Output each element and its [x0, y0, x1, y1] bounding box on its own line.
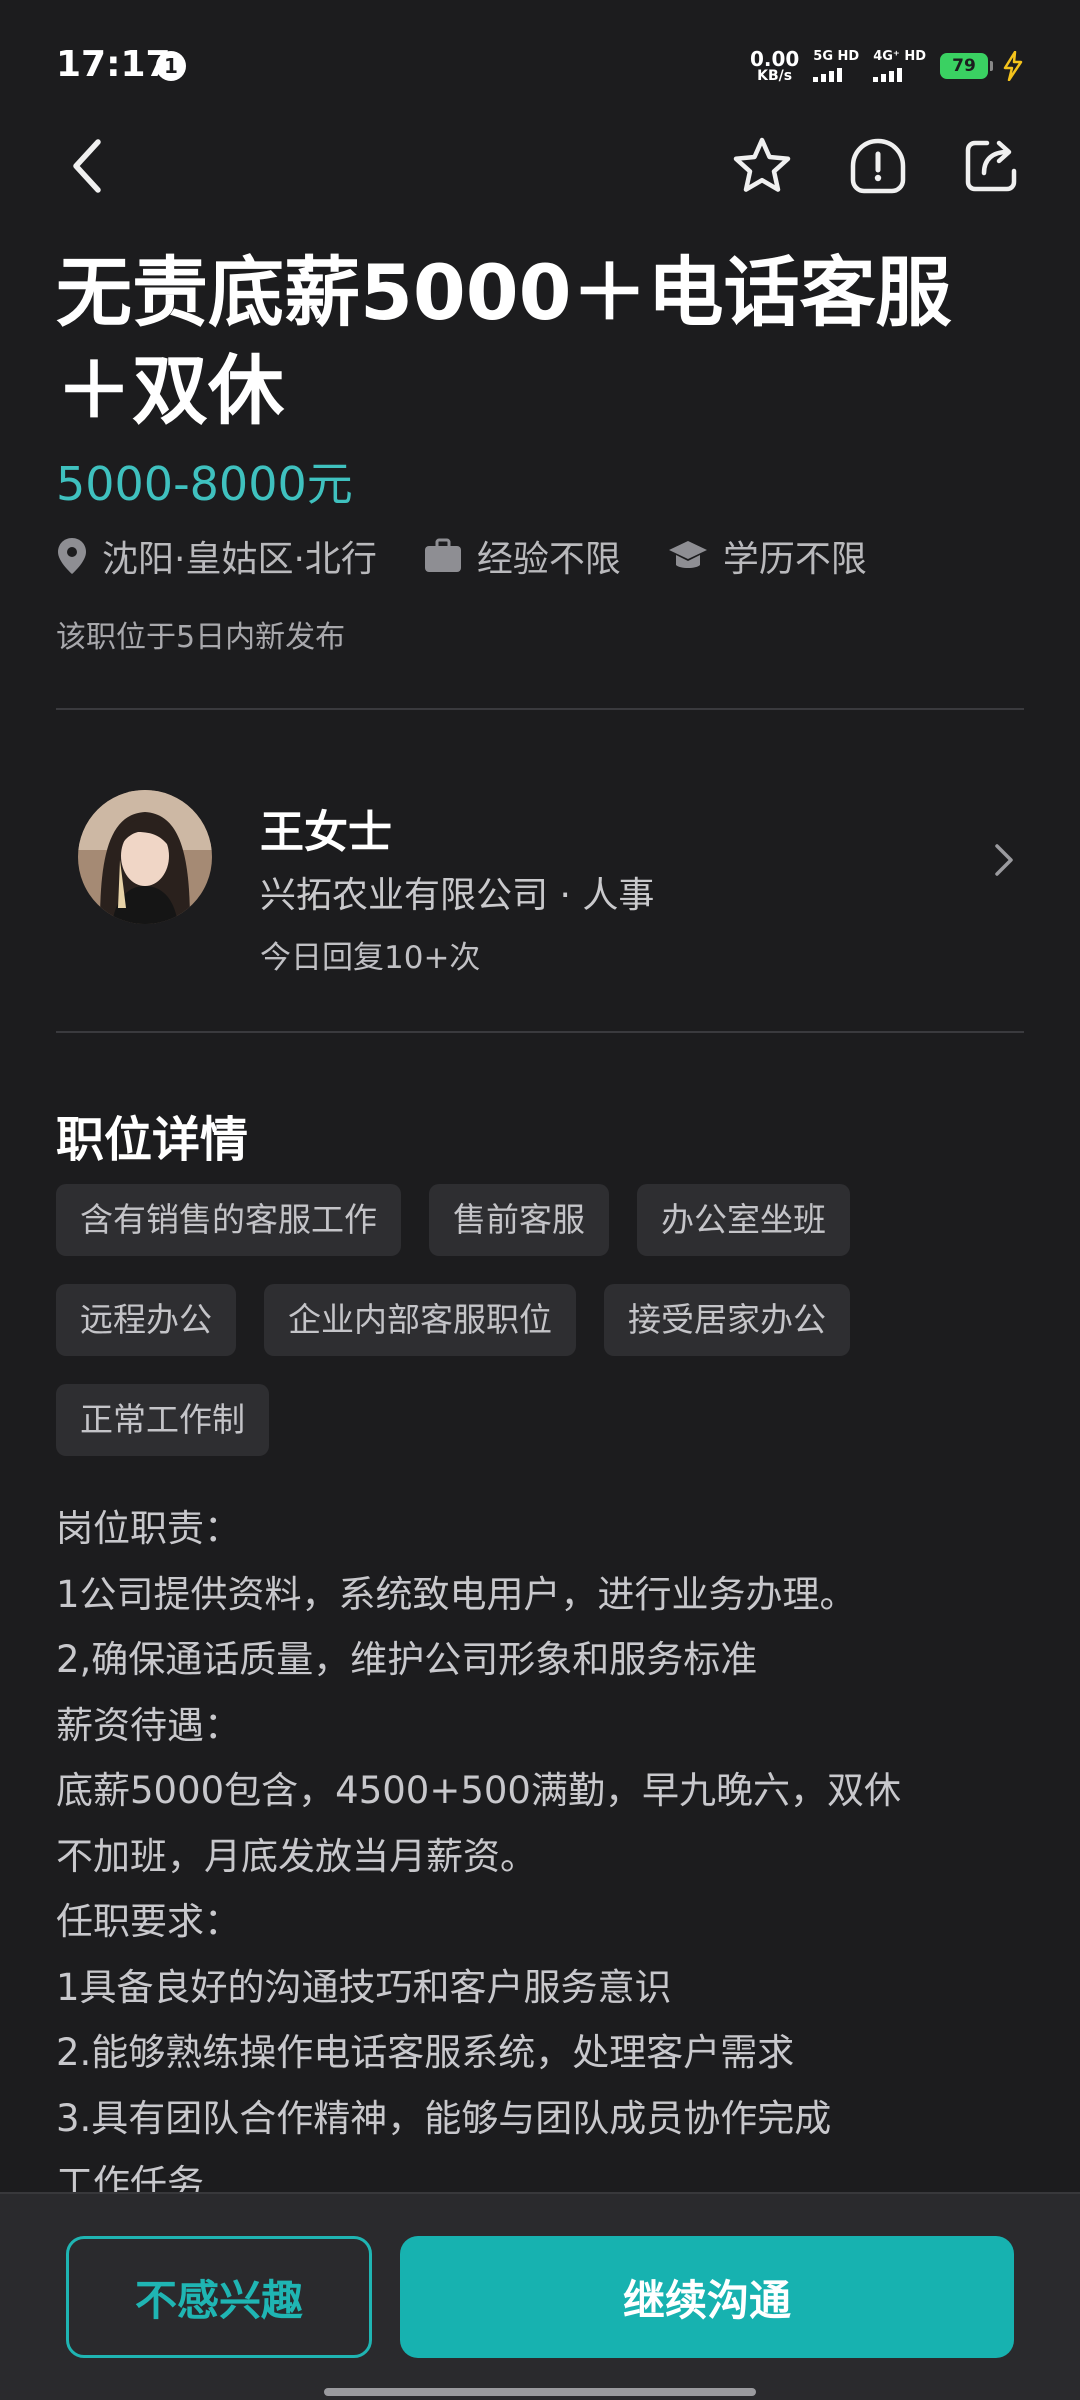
location-pin-icon: [58, 538, 86, 574]
job-tag: 接受居家办公: [604, 1284, 850, 1356]
description-line: 2,确保通话质量，维护公司形象和服务标准: [56, 1638, 758, 1681]
job-tag: 企业内部客服职位: [264, 1284, 576, 1356]
description-line: 3.具有团队合作精神，能够与团队成员协作完成: [56, 2096, 832, 2140]
not-interested-button[interactable]: 不感兴趣: [66, 2236, 372, 2358]
job-description: 岗位职责： 1公司提供资料，系统致电用户，进行业务办理。 2,确保通话质量，维护…: [56, 1496, 1036, 2217]
recruiter-avatar: [78, 790, 212, 924]
recruiter-reply-stat: 今日回复10+次: [260, 940, 481, 976]
description-line: 1公司提供资料，系统致电用户，进行业务办理。: [56, 1572, 857, 1616]
job-tag: 办公室坐班: [637, 1184, 850, 1256]
notification-badge-icon: 1: [156, 51, 186, 81]
bottom-action-bar: 不感兴趣 继续沟通: [0, 2192, 1080, 2400]
job-tag: 正常工作制: [56, 1384, 269, 1456]
job-title: 无责底薪5000＋电话客服＋双休: [56, 248, 952, 435]
status-time: 17:17: [56, 44, 171, 85]
education-info: 学历不限: [667, 530, 867, 582]
description-line: 薪资待遇：: [56, 1703, 241, 1747]
recruiter-chevron-right-icon: [984, 830, 1024, 890]
chevron-left-icon: [73, 139, 101, 193]
continue-chat-button[interactable]: 继续沟通: [400, 2236, 1014, 2358]
job-tag: 含有销售的客服工作: [56, 1184, 401, 1256]
location-info: 沈阳·皇姑区·北行: [56, 530, 377, 582]
education-text: 学历不限: [722, 539, 867, 580]
sim1-signal-icon: 5G HD: [813, 50, 859, 82]
network-speed-value: 0.00: [749, 47, 800, 71]
description-line: 不加班，月底发放当月薪资。: [56, 1834, 537, 1878]
favorite-button[interactable]: [714, 118, 810, 214]
description-line: 岗位职责：: [56, 1507, 241, 1550]
network-speed: 0.00 KB/s: [750, 49, 799, 83]
description-line: 1具备良好的沟通技巧和客户服务意识: [56, 1965, 672, 2009]
charging-bolt-icon: [1003, 51, 1023, 81]
section-title-job-details: 职位详情: [56, 1112, 249, 1168]
alert-icon: [850, 138, 906, 194]
report-button[interactable]: [830, 118, 926, 214]
home-indicator[interactable]: [324, 2388, 756, 2396]
posted-notice: 该职位于5日内新发布: [56, 620, 346, 655]
salary-range: 5000-8000元: [56, 457, 353, 511]
description-line: 任职要求：: [56, 1900, 241, 1943]
nav-bar: [0, 118, 1080, 214]
sim2-signal-icon: 4G⁺ HD: [873, 50, 926, 82]
graduation-cap-icon: [668, 541, 707, 568]
share-button[interactable]: [944, 118, 1040, 214]
star-icon: [733, 137, 791, 192]
experience-text: 经验不限: [476, 539, 621, 580]
battery-icon: 79: [940, 53, 993, 79]
sim2-label: 4G⁺ HD: [873, 49, 926, 64]
status-bar: 17:17 1 0.00 KB/s 5G HD 4G⁺ HD 79: [0, 0, 1080, 130]
status-indicators: 0.00 KB/s 5G HD 4G⁺ HD 79: [750, 44, 1024, 88]
recruiter-card[interactable]: 王女士 兴拓农业有限公司 · 人事 今日回复10+次: [56, 760, 1024, 976]
description-line: 底薪5000包含，4500+500满勤，早九晚六，双休: [56, 1769, 901, 1812]
tag-row: 正常工作制: [56, 1384, 1036, 1456]
briefcase-icon: [424, 538, 461, 572]
tag-row: 远程办公 企业内部客服职位 接受居家办公: [56, 1284, 1036, 1356]
job-tag: 远程办公: [56, 1284, 236, 1356]
job-tag: 售前客服: [429, 1184, 609, 1256]
share-icon: [965, 140, 1017, 192]
job-detail-screen: 17:17 1 0.00 KB/s 5G HD 4G⁺ HD 79 无责底薪50…: [0, 0, 1080, 2400]
back-button[interactable]: [40, 118, 136, 214]
experience-info: 经验不限: [423, 530, 621, 582]
recruiter-name: 王女士: [260, 807, 392, 858]
network-speed-unit: KB/s: [757, 68, 793, 84]
divider: [56, 708, 1024, 710]
job-meta: 沈阳·皇姑区·北行 经验不限 学历不限: [56, 530, 913, 582]
recruiter-company: 兴拓农业有限公司 · 人事: [260, 875, 655, 916]
tag-row: 含有销售的客服工作 售前客服 办公室坐班: [56, 1184, 1036, 1256]
description-line: 2.能够熟练操作电话客服系统，处理客户需求: [56, 2031, 795, 2074]
sim1-label: 5G HD: [813, 49, 860, 64]
location-text: 沈阳·皇姑区·北行: [102, 539, 377, 580]
divider: [56, 1031, 1024, 1033]
